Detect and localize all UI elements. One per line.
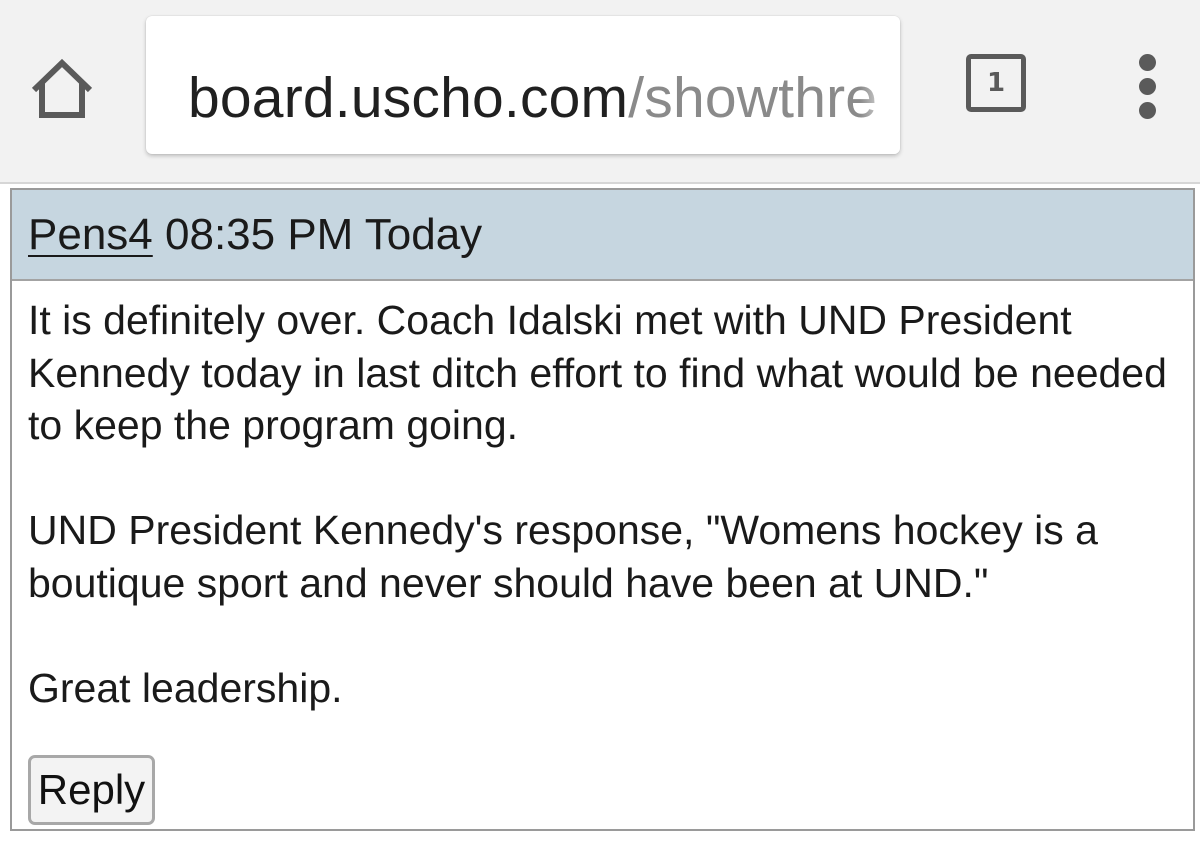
post-body: It is definitely over. Coach Idalski met… — [28, 294, 1178, 767]
tab-switcher-button[interactable]: 1 — [966, 54, 1026, 112]
post-author-link[interactable]: Pens4 — [28, 210, 153, 259]
post-header-line: Pens4 08:35 PM Today — [28, 209, 482, 261]
url-fade — [860, 16, 900, 154]
post-paragraph: It is definitely over. Coach Idalski met… — [28, 297, 1167, 448]
post-paragraph: Great leadership. — [28, 664, 343, 711]
post-header: Pens4 08:35 PM Today — [12, 190, 1193, 281]
url-host: board.uscho.com — [188, 66, 629, 130]
url-text: board.uscho.com/showthre — [188, 65, 877, 131]
forum-post: Pens4 08:35 PM Today It is definitely ov… — [10, 188, 1195, 831]
post-paragraph: UND President Kennedy's response, "Women… — [28, 507, 1098, 606]
post-timestamp: 08:35 PM Today — [165, 210, 483, 259]
address-bar[interactable]: board.uscho.com/showthre — [146, 16, 900, 154]
home-button[interactable] — [26, 52, 98, 124]
menu-dot — [1139, 78, 1156, 95]
browser-toolbar: board.uscho.com/showthre 1 — [0, 0, 1200, 184]
tab-count: 1 — [986, 68, 1006, 98]
menu-dot — [1139, 102, 1156, 119]
overflow-menu-button[interactable] — [1128, 52, 1168, 122]
reply-button[interactable]: Reply — [28, 755, 155, 825]
menu-dot — [1139, 54, 1156, 71]
url-path: /showthre — [628, 66, 878, 130]
home-icon — [31, 58, 93, 118]
